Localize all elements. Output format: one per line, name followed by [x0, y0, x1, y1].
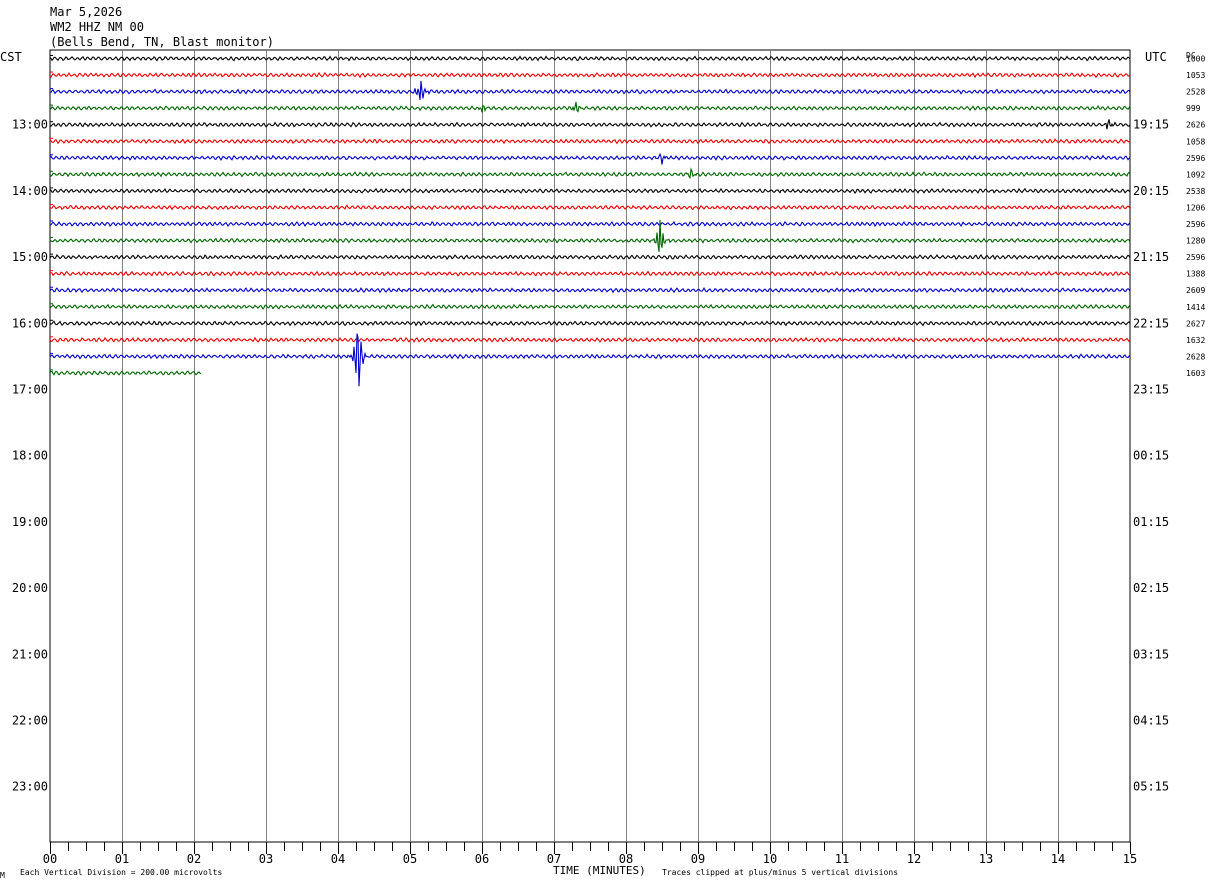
right-hour-label: 19:15	[1133, 118, 1169, 132]
x-tick-label: 14	[1051, 852, 1065, 866]
dc-value: 2626	[1186, 121, 1205, 130]
seismic-trace	[49, 204, 1131, 211]
seismic-trace	[49, 152, 1131, 165]
right-hour-label: 21:15	[1133, 250, 1169, 264]
dc-value: 1632	[1186, 336, 1205, 345]
seismic-trace	[49, 71, 1131, 79]
dc-value: 1053	[1186, 71, 1205, 80]
location-label: (Bells Bend, TN, Blast monitor)	[50, 35, 274, 49]
x-tick-label: 06	[475, 852, 489, 866]
minute-grid	[122, 50, 1059, 842]
clip-note: Traces clipped at plus/minus 5 vertical …	[662, 868, 898, 877]
left-hour-label: 13:00	[12, 118, 48, 132]
left-zone-label: CST	[0, 50, 22, 64]
left-hour-label: 18:00	[12, 449, 48, 463]
right-hour-label: 05:15	[1133, 780, 1169, 794]
dc-value: 2628	[1186, 352, 1205, 361]
helicorder-chart: Mar 5,2026 WM2 HHZ NM 00 (Bells Bend, TN…	[0, 5, 1205, 880]
trace-group	[49, 55, 1131, 387]
hour-labels: 13:00 19:15 14:00 20:15 15:00 21:15 16:00 22:15…	[12, 118, 1169, 794]
scale-note: Each Vertical Division = 200.00 microvol…	[20, 868, 222, 877]
dc-value: 2538	[1186, 187, 1205, 196]
seismic-trace	[49, 80, 1131, 100]
right-hour-label: 23:15	[1133, 383, 1169, 397]
right-hour-label: 00:15	[1133, 449, 1169, 463]
dc-value: 1388	[1186, 270, 1205, 279]
x-tick-label: 13	[979, 852, 993, 866]
x-axis-title: TIME (MINUTES)	[553, 864, 646, 877]
left-hour-label: 16:00	[12, 316, 48, 330]
x-tick-label: 05	[403, 852, 417, 866]
seismic-trace	[49, 101, 1131, 113]
x-tick-label: 01	[115, 852, 129, 866]
dc-value: 1280	[1186, 237, 1205, 246]
dc-value: 2609	[1186, 286, 1205, 295]
right-zone-label: UTC	[1145, 50, 1167, 64]
seismic-trace	[49, 138, 1131, 145]
dc-value: 1206	[1186, 203, 1205, 212]
x-tick-label: 10	[763, 852, 777, 866]
x-tick-label: 02	[187, 852, 201, 866]
dc-value: 2627	[1186, 319, 1205, 328]
x-tick-label: 11	[835, 852, 849, 866]
right-hour-label: 02:15	[1133, 581, 1169, 595]
x-tick-label: 03	[259, 852, 273, 866]
dc-value: 1603	[1186, 369, 1205, 378]
date-label: Mar 5,2026	[50, 5, 122, 19]
seismic-trace	[49, 187, 1131, 194]
left-hour-label: 22:00	[12, 714, 48, 728]
seismic-trace	[49, 220, 1131, 228]
seismic-trace	[49, 253, 1131, 261]
dc-value: 2596	[1186, 220, 1205, 229]
dc-value: 1414	[1186, 303, 1205, 312]
dc-value: 1000	[1186, 55, 1205, 64]
dc-value: 1092	[1186, 170, 1205, 179]
right-hour-label: 03:15	[1133, 647, 1169, 661]
left-hour-label: 23:00	[12, 780, 48, 794]
right-hour-label: 20:15	[1133, 184, 1169, 198]
left-hour-label: 14:00	[12, 184, 48, 198]
dc-value: 2596	[1186, 253, 1205, 262]
left-hour-label: 20:00	[12, 581, 48, 595]
seismic-trace	[49, 270, 1131, 277]
dc-value: 999	[1186, 104, 1201, 113]
right-hour-label: 04:15	[1133, 714, 1169, 728]
x-tick-label: 15	[1123, 852, 1137, 866]
plot-frame	[49, 49, 1131, 843]
seismic-trace	[49, 336, 1131, 343]
left-hour-label: 21:00	[12, 647, 48, 661]
dc-value: 2528	[1186, 88, 1205, 97]
left-hour-label: 19:00	[12, 515, 48, 529]
x-tick-label: 04	[331, 852, 345, 866]
dc-value: 1058	[1186, 137, 1205, 146]
seismic-trace	[49, 119, 1131, 130]
corner-mark: M	[0, 871, 5, 880]
left-hour-label: 17:00	[12, 383, 48, 397]
x-tick-label: 00	[43, 852, 57, 866]
dc-value: 2596	[1186, 154, 1205, 163]
right-hour-label: 22:15	[1133, 316, 1169, 330]
station-label: WM2 HHZ NM 00	[50, 20, 144, 34]
seismic-trace	[49, 303, 1131, 310]
seismic-trace	[49, 370, 202, 376]
x-tick-label: 09	[691, 852, 705, 866]
x-tick-label: 12	[907, 852, 921, 866]
right-hour-label: 01:15	[1133, 515, 1169, 529]
seismic-trace	[49, 55, 1131, 62]
dc-labels: 1000 1053 2528 999 2626 1058 2596 1092 2538 1206 2…	[1186, 55, 1205, 378]
seismic-trace	[49, 167, 1131, 180]
seismic-trace	[49, 287, 1131, 294]
left-hour-label: 15:00	[12, 250, 48, 264]
seismic-trace	[49, 320, 1131, 327]
x-axis: 00 01 02 03 04 05 06 07 08 09 10 11 12 13 14 15	[43, 842, 1137, 866]
